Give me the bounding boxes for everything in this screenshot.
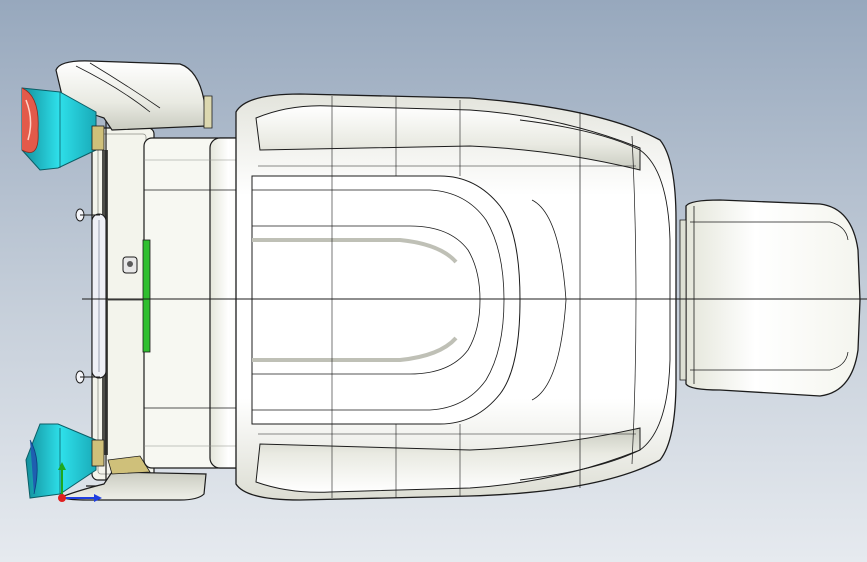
headrest [679, 199, 861, 397]
cad-viewport[interactable] [0, 0, 867, 562]
seat-model-drawing [21, 60, 867, 502]
handle-bar [75, 208, 107, 384]
seat-cushion [235, 93, 677, 501]
